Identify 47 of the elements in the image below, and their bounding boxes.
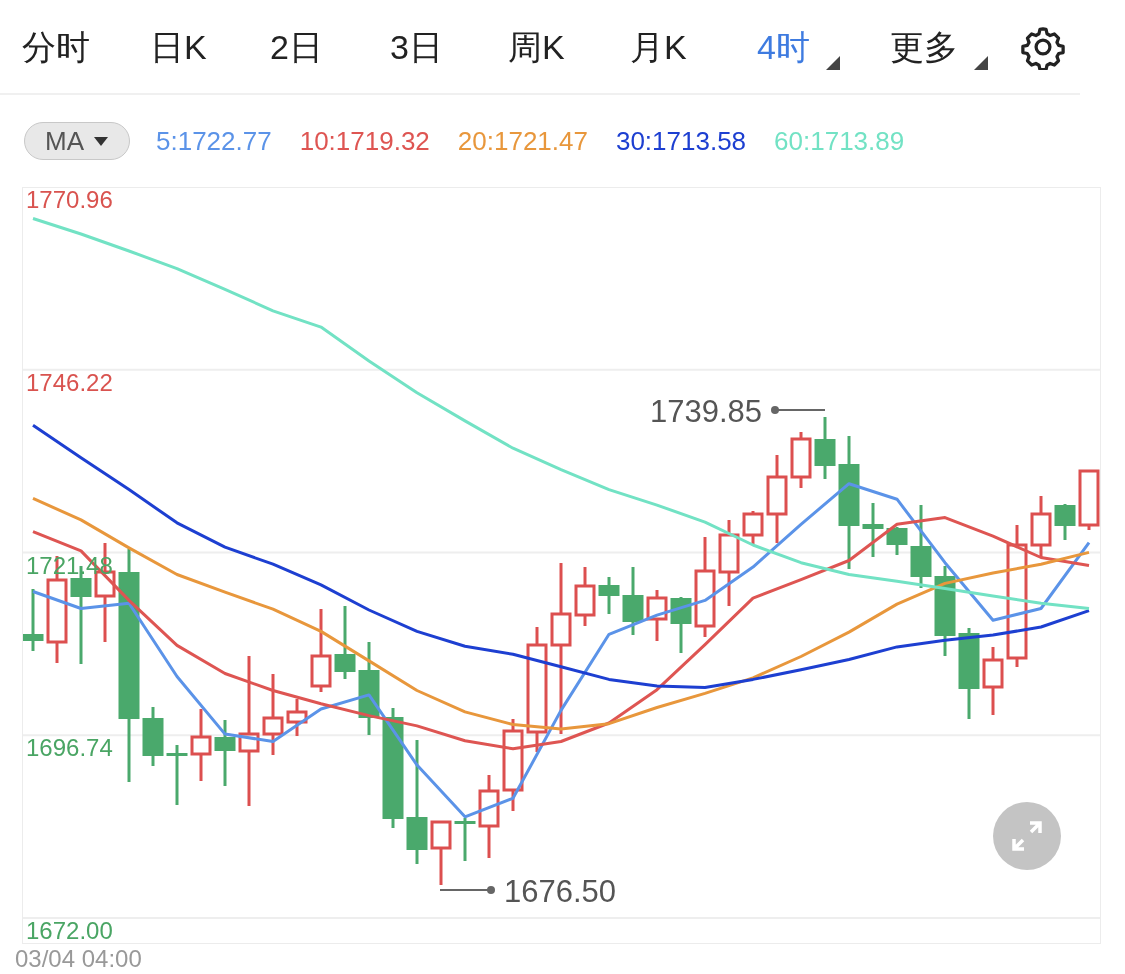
timeframe-tab[interactable]: 周K	[508, 21, 595, 72]
timeframe-tab[interactable]: 2日	[270, 21, 353, 72]
price-axis-label: 1672.00	[26, 917, 113, 943]
timeframe-tab[interactable]: 日K	[150, 21, 237, 72]
expand-icon	[1010, 819, 1044, 853]
timeframe-tab[interactable]: 4时	[757, 21, 840, 72]
time-label: 03/04 04:00	[15, 946, 143, 972]
low-price-label: 1676.50	[504, 874, 617, 909]
low-marker-line	[439, 886, 495, 894]
ma-value: 30:1713.58	[615, 125, 747, 157]
high-marker-line	[771, 406, 826, 414]
candlestick	[166, 745, 188, 805]
candlestick	[1078, 469, 1100, 530]
timeframe-tab[interactable]: 分时	[22, 21, 120, 72]
candlestick	[646, 590, 668, 641]
candlestick	[814, 417, 836, 479]
indicator-dropdown[interactable]: MA	[24, 122, 130, 160]
candlestick	[670, 597, 692, 653]
timeframe-tab[interactable]: 更多	[890, 21, 988, 72]
candlestick	[742, 511, 764, 545]
candlestick	[982, 647, 1004, 715]
timeframe-tab[interactable]: 月K	[630, 21, 717, 72]
candlestick	[430, 820, 452, 885]
candlestick	[1030, 496, 1052, 558]
candlestick	[286, 699, 308, 736]
ma-value: 10:1719.32	[299, 125, 430, 157]
price-axis-label: 1770.96	[26, 188, 113, 213]
high-price-label: 1739.85	[649, 394, 762, 429]
ma-value: 20:1721.47	[457, 125, 588, 157]
candlestick	[142, 707, 164, 766]
candlestick	[574, 567, 596, 626]
candlestick	[23, 589, 44, 651]
timeframe-tab[interactable]: 3日	[390, 21, 473, 72]
price-axis-label: 1746.22	[26, 368, 113, 396]
candlestick	[862, 503, 884, 557]
candlestick	[790, 432, 812, 488]
candlestick	[454, 818, 476, 861]
candlestick	[622, 567, 644, 635]
candlestick	[886, 527, 908, 555]
ma-value: 5:1722.77	[156, 125, 272, 157]
candlestick	[598, 577, 620, 614]
caret-icon	[94, 136, 108, 146]
candlestick	[190, 709, 212, 781]
candlestick	[214, 720, 236, 786]
ma-value: 60:1713.89	[774, 125, 905, 157]
price-axis-label: 1696.74	[26, 734, 113, 762]
candlestick	[1054, 504, 1076, 540]
